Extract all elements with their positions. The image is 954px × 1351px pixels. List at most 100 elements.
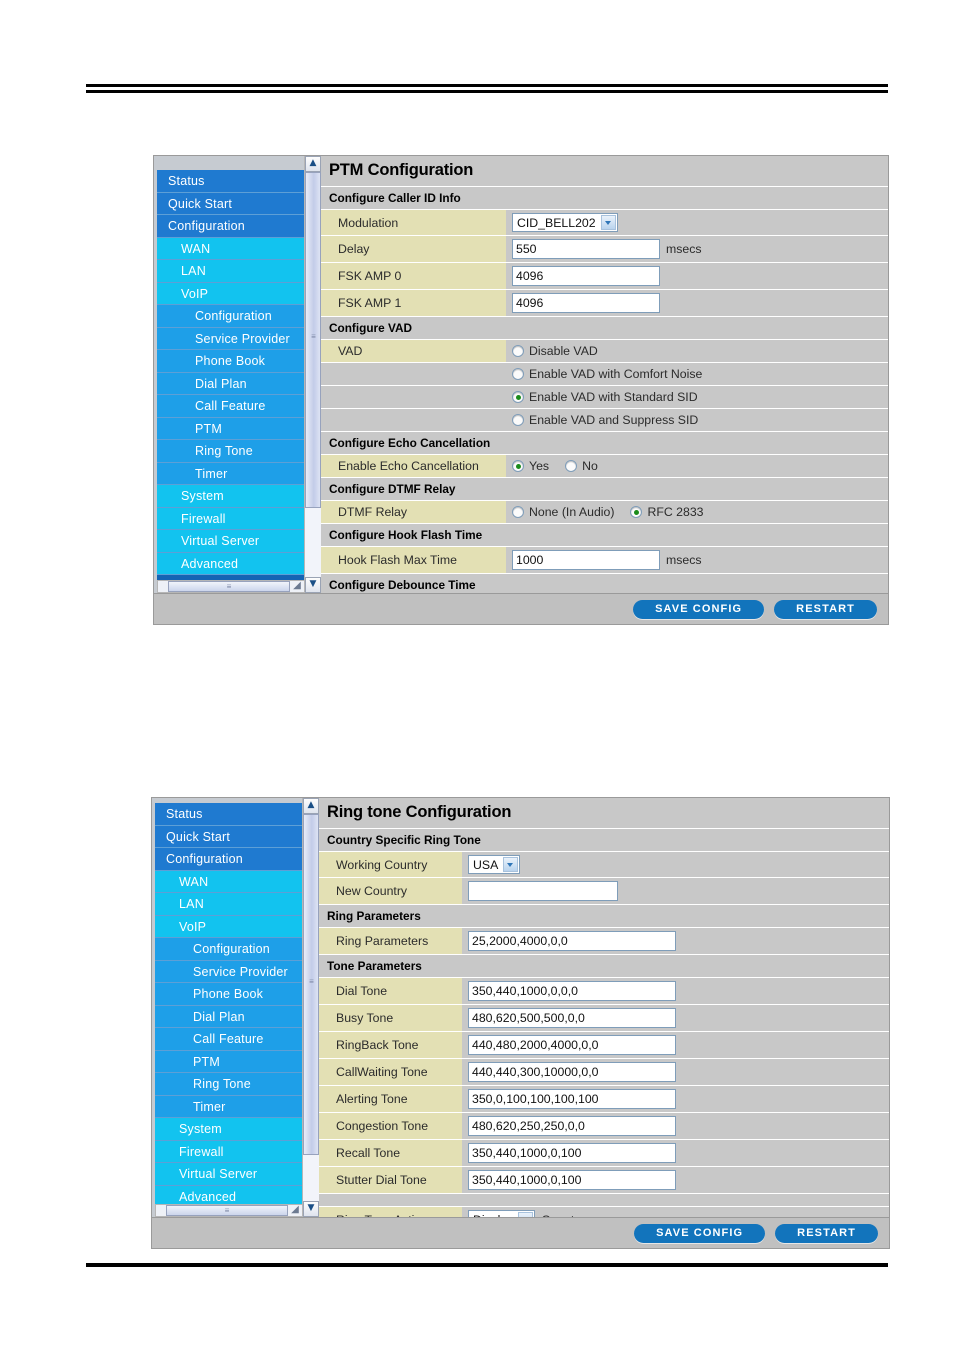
ringtone-sidebar-item-firewall[interactable]: Firewall [155,1140,309,1163]
spacer-row [319,1193,889,1207]
ringtone-window-body: Status Quick Start Configuration WAN LAN VoIP… [152,798,889,1217]
radio-vad-1[interactable] [512,368,524,381]
fsk-amp-1-input[interactable]: 4096 [512,293,660,313]
radio-echo-no[interactable] [565,460,578,473]
ptm-sidebar-item-advanced[interactable]: Advanced [157,552,311,575]
sidebar-item-label: Configuration [168,219,245,233]
tone-parameter-input[interactable]: 480,620,250,250,0,0 [468,1116,676,1136]
new-country-input[interactable] [468,881,618,901]
radio-vad-0[interactable] [512,345,524,358]
ptm-sidebar-item-ring-tone[interactable]: Ring Tone [157,440,311,463]
ptm-sidebar-item-voip[interactable]: VoIP [157,282,311,305]
hscrollbar-thumb-2[interactable]: ≡ [166,1205,288,1216]
ringtone-sidebar-item-configuration[interactable]: Configuration [155,848,309,871]
ringtone-sidebar-item-ptm[interactable]: PTM [155,1050,309,1073]
ringtone-navigation-menu[interactable]: Status Quick Start Configuration WAN LAN VoIP… [152,803,319,1217]
restart-button-2[interactable]: RESTART [775,1223,878,1243]
radio-vad-2[interactable] [512,391,524,404]
radio-dtmf-none[interactable] [512,506,524,519]
scrollbar-thumb[interactable]: ≡ [305,172,321,509]
ptm-sidebar-item-timer[interactable]: Timer [157,462,311,485]
table-row-delay: Delay 550 msecs [321,235,888,263]
fsk-amp-0-input[interactable]: 4096 [512,266,660,286]
section-header-caller-id: Configure Caller ID Info [321,186,888,210]
tone-parameter-input[interactable]: 350,440,1000,0,0,0 [468,981,676,1001]
chevron-down-icon[interactable] [600,215,616,230]
ptm-sidebar-item-system[interactable]: System [157,485,311,508]
scrollbar-thumb-2[interactable]: ≡ [303,814,319,1155]
radio-dtmf-rfc2833[interactable] [630,506,643,519]
ringtone-sidebar-item-system[interactable]: System [155,1118,309,1141]
radio-vad-3[interactable] [512,414,524,427]
working-country-select[interactable]: USA [468,855,521,874]
ringtone-sidebar-item-phone-book[interactable]: Phone Book [155,983,309,1006]
hscrollbar-thumb[interactable]: ≡ [168,581,290,592]
tone-parameter-input[interactable]: 350,440,1000,0,100 [468,1143,676,1163]
save-config-button-2[interactable]: SAVE CONFIG [634,1223,766,1243]
ringtone-sidebar-item-virtual-server[interactable]: Virtual Server [155,1163,309,1186]
ptm-sidebar-item-phone-book[interactable]: Phone Book [157,350,311,373]
ringtone-sidebar-item-dial-plan[interactable]: Dial Plan [155,1005,309,1028]
ringtone-sidebar-vertical-scrollbar[interactable]: ▲ ≡ ▼ [302,798,319,1217]
ptm-sidebar-item-lan[interactable]: LAN [157,260,311,283]
ringtone-sidebar-item-wan[interactable]: WAN [155,870,309,893]
ringtone-sidebar-item-voip[interactable]: VoIP [155,915,309,938]
label-tone-parameter: Busy Tone [319,1004,462,1032]
ringtone-sidebar-item-timer[interactable]: Timer [155,1095,309,1118]
ptm-sidebar-item-configuration[interactable]: Configuration [157,215,311,238]
ptm-sidebar-horizontal-scrollbar[interactable]: ≡ ◢ [157,580,305,593]
ringtone-sidebar-horizontal-scrollbar[interactable]: ≡ ◢ [155,1204,303,1217]
ringtone-sidebar-item-status[interactable]: Status [155,803,309,826]
scroll-up-arrow-icon-2[interactable]: ▲ [303,798,319,814]
save-config-button[interactable]: SAVE CONFIG [633,599,765,619]
ringtone-sidebar-item-ring-tone[interactable]: Ring Tone [155,1073,309,1096]
ptm-sidebar-item-quick-start[interactable]: Quick Start [157,192,311,215]
value-tone-parameter: 480,620,250,250,0,0 [462,1112,889,1140]
table-row-fsk-amp-1: FSK AMP 1 4096 [321,289,888,317]
delay-input[interactable]: 550 [512,239,660,259]
ringtone-sidebar-item-quick-start[interactable]: Quick Start [155,825,309,848]
ptm-navigation-menu[interactable]: Status Quick Start Configuration WAN LAN VoIP… [154,170,321,593]
radio-echo-yes[interactable] [512,460,524,473]
scroll-down-arrow-icon[interactable]: ▼ [305,577,321,593]
resize-grip-icon[interactable]: ◢ [290,579,304,592]
ringtone-sidebar-item-lan[interactable]: LAN [155,893,309,916]
ptm-sidebar-item-wan[interactable]: WAN [157,237,311,260]
chevron-down-icon-action[interactable] [518,1212,534,1217]
resize-grip-icon-2[interactable]: ◢ [288,1203,302,1216]
scrollbar-track-2[interactable]: ≡ [303,814,319,1201]
ring-tone-action-select[interactable]: Display [468,1210,536,1217]
tone-parameter-input[interactable]: 440,480,2000,4000,0,0 [468,1035,676,1055]
modulation-select[interactable]: CID_BELL202 [512,213,618,232]
ptm-sidebar-item-configuration[interactable]: Configuration [157,305,311,328]
tone-parameter-input[interactable]: 350,440,1000,0,100 [468,1170,676,1190]
ptm-sidebar-item-ptm[interactable]: PTM [157,417,311,440]
scroll-up-arrow-icon[interactable]: ▲ [305,156,321,172]
ptm-sidebar-item-service-provider[interactable]: Service Provider [157,327,311,350]
ringtone-sidebar-item-service-provider[interactable]: Service Provider [155,960,309,983]
ptm-sidebar-vertical-scrollbar[interactable]: ▲ ≡ ▼ [304,156,321,593]
label-tone-parameter: Stutter Dial Tone [319,1166,462,1194]
ptm-sidebar-item-firewall[interactable]: Firewall [157,507,311,530]
table-row-working-country: Working Country USA [319,851,889,878]
ptm-sidebar-item-virtual-server[interactable]: Virtual Server [157,530,311,553]
page-rule-top [86,84,888,93]
ringtone-sidebar-item-call-feature[interactable]: Call Feature [155,1028,309,1051]
ptm-sidebar-item-status[interactable]: Status [157,170,311,193]
ringtone-sidebar-item-configuration[interactable]: Configuration [155,938,309,961]
hook-flash-max-time-input[interactable]: 1000 [512,550,660,570]
ptm-action-bar: SAVE CONFIG RESTART [154,593,888,624]
scroll-down-arrow-icon-2[interactable]: ▼ [303,1201,319,1217]
radio-label-vad-2: Enable VAD with Standard SID [529,390,698,405]
sidebar-item-label: Firewall [179,1144,224,1159]
ptm-sidebar-item-dial-plan[interactable]: Dial Plan [157,372,311,395]
tone-parameter-input[interactable]: 440,440,300,10000,0,0 [468,1062,676,1082]
tone-parameter-input[interactable]: 350,0,100,100,100,100 [468,1089,676,1109]
restart-button[interactable]: RESTART [774,599,877,619]
tone-parameter-input[interactable]: 480,620,500,500,0,0 [468,1008,676,1028]
value-tone-parameter: 350,440,1000,0,100 [462,1166,889,1194]
chevron-down-icon-country[interactable] [503,857,519,872]
ring-parameters-input[interactable]: 25,2000,4000,0,0 [468,931,676,951]
ptm-sidebar-item-call-feature[interactable]: Call Feature [157,395,311,418]
scrollbar-track[interactable]: ≡ [305,172,321,577]
